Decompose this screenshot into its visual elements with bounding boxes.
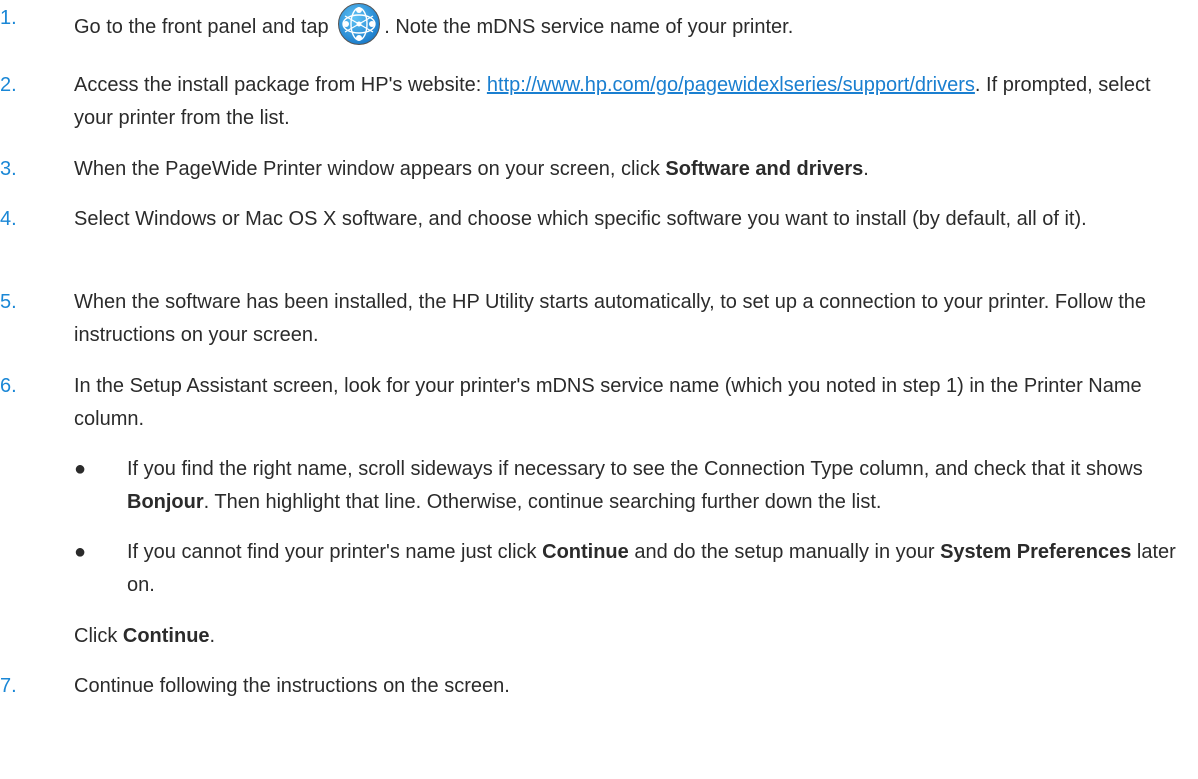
bold-term: Continue [542, 541, 629, 563]
step-text-start: Access the install package from HP's web… [74, 74, 487, 96]
step-number: 3. [0, 158, 17, 180]
step-number: 5. [0, 291, 17, 313]
step-number: 4. [0, 208, 17, 230]
step-text: When the software has been installed, th… [74, 291, 1147, 346]
step-text: Go to the front panel and tap . Note the… [74, 2, 1192, 46]
step-text: Select Windows or Mac OS X software, and… [74, 208, 1087, 230]
bold-term: Software and drivers [665, 158, 864, 180]
bullet-dot: ● [74, 458, 87, 480]
step-number: 7. [0, 675, 17, 697]
step-text-start: Go to the front panel and tap [74, 16, 329, 38]
step-text: Access the install package from HP's web… [74, 69, 1192, 135]
step-text: Click Continue. [74, 620, 1192, 653]
bullet-text: If you cannot find your printer's name j… [127, 536, 1198, 602]
network-globe-icon [337, 2, 381, 46]
bold-term: Continue [122, 625, 210, 647]
step-number: 2. [0, 74, 17, 96]
bullet-text-middle: and do the setup manually in your [628, 541, 941, 563]
bullet-dot: ● [74, 541, 87, 563]
step-text-start: When the PageWide Printer window appears… [74, 158, 666, 180]
followup-text-end: . [209, 625, 216, 647]
step-text: When the PageWide Printer window appears… [74, 153, 1192, 186]
bold-term: System Preferences [940, 541, 1132, 563]
followup-text-start: Click [74, 625, 123, 647]
instruction-document: 1. Go to the front panel and tap . Note … [0, 0, 1198, 779]
drivers-link[interactable]: http://www.hp.com/go/pagewidexlseries/su… [487, 74, 975, 96]
bullet-text-end: . Then highlight that line. Otherwise, c… [203, 491, 882, 513]
step-text-end: . Note the mDNS service name of your pri… [384, 16, 794, 38]
bullet-text-start: If you find the right name, scroll sidew… [127, 458, 1143, 480]
step-text: Continue following the instructions on t… [74, 675, 510, 697]
step-text: In the Setup Assistant screen, look for … [74, 375, 1142, 430]
bullet-text-start: If you cannot find your printer's name j… [127, 541, 543, 563]
step-number: 6. [0, 375, 17, 397]
step-number: 1. [0, 7, 17, 29]
step-text-end: . [863, 158, 869, 180]
bullet-text: If you find the right name, scroll sidew… [127, 453, 1198, 519]
bold-term: Bonjour [127, 491, 204, 513]
